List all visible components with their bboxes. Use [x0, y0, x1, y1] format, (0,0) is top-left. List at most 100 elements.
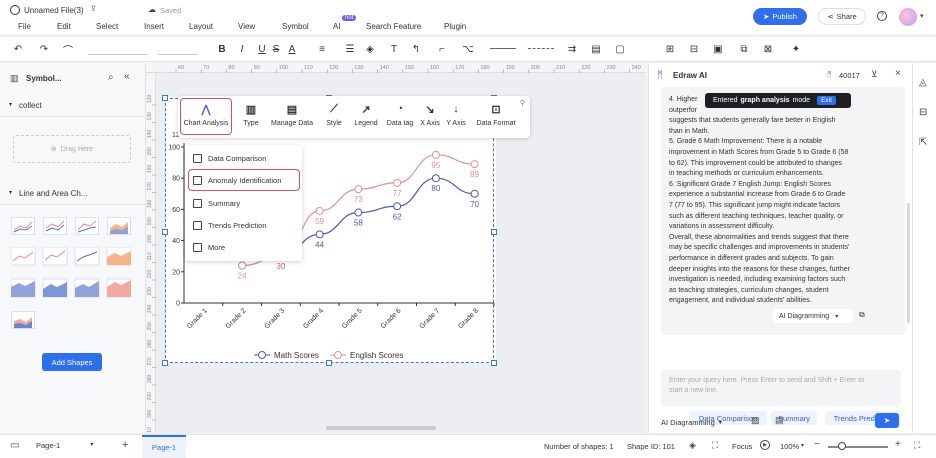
menu-item-more[interactable]: More — [193, 240, 225, 254]
chevron-down-icon[interactable]: ▾ — [920, 12, 924, 20]
pin-icon[interactable]: ⚲ — [520, 99, 525, 107]
menu-file[interactable]: File — [18, 22, 31, 31]
exit-mode-button[interactable]: Exit — [817, 96, 836, 105]
menu-item-data-comparison[interactable]: Data Comparison — [193, 151, 266, 165]
data-point[interactable] — [315, 230, 324, 239]
focus-button[interactable]: Focus — [732, 442, 752, 451]
arrow-style-icon[interactable]: ⇉ — [566, 43, 578, 55]
redo-icon[interactable]: ↷ — [38, 43, 50, 55]
connector-icon[interactable]: ↰ — [410, 43, 422, 55]
legend-button[interactable]: ↗ Legend — [352, 102, 380, 128]
play-icon[interactable]: ▶ — [760, 440, 770, 450]
x-axis-button[interactable]: ↘ X Axis — [418, 102, 442, 128]
publish-button[interactable]: ➤ Publish — [753, 8, 807, 25]
page-tab[interactable]: Page-1 — [142, 435, 186, 458]
close-icon[interactable]: × — [895, 68, 901, 79]
line-spacing-icon[interactable]: ☰ — [344, 43, 356, 55]
canvas-area[interactable]: 60 70 80 90 100 110 120 130 140 150 160 170 180 190 20… — [146, 63, 646, 433]
zoom-out-icon[interactable]: − — [814, 439, 820, 450]
menu-search-feature[interactable]: Search Feature — [366, 22, 421, 31]
data-point[interactable] — [354, 208, 363, 217]
menu-select[interactable]: Select — [96, 22, 118, 31]
menu-plugin[interactable]: Plugin — [444, 22, 466, 31]
mode-select[interactable]: AI Diagramming ▾ — [661, 415, 739, 429]
drag-here-area[interactable]: ⊕ Drag Here — [13, 135, 131, 163]
line-area-section[interactable]: ▾ Line and Area Ch... — [0, 183, 146, 205]
document-icon[interactable]: ▤ — [775, 415, 784, 426]
undo-icon[interactable]: ↶ — [12, 43, 24, 55]
page-select[interactable]: Page-1 ▾ — [36, 441, 106, 450]
menu-view[interactable]: View — [238, 22, 255, 31]
data-point[interactable] — [393, 202, 402, 211]
send-button[interactable]: ➤ — [875, 413, 899, 428]
data-point[interactable] — [238, 261, 247, 270]
chevron-down-icon[interactable]: ▾ — [801, 442, 804, 449]
group-icon[interactable]: ⧉ — [738, 43, 750, 55]
y-axis-button[interactable]: ↓ Y Axis — [444, 102, 468, 127]
line-dash-select[interactable] — [528, 48, 554, 49]
data-point[interactable] — [354, 185, 363, 194]
add-page-icon[interactable]: + — [122, 439, 128, 451]
chart-thumbnail[interactable] — [75, 217, 99, 235]
manage-data-button[interactable]: ▤ Manage Data — [270, 102, 314, 128]
layers-icon[interactable]: ◈ — [689, 440, 696, 451]
data-tag-button[interactable]: ◔ Data tag — [384, 102, 416, 127]
text-tool-icon[interactable]: T — [388, 43, 400, 55]
font-color-icon[interactable]: A — [286, 43, 298, 55]
chart-thumbnail[interactable] — [11, 311, 35, 329]
zoom-slider-thumb[interactable] — [838, 442, 846, 450]
image-icon[interactable]: ▨ — [751, 415, 760, 426]
data-point[interactable] — [431, 174, 440, 183]
fullscreen-icon[interactable]: ⛶ — [712, 440, 718, 451]
style-button[interactable]: ⟋ Style — [322, 102, 346, 128]
horizontal-scrollbar[interactable] — [326, 426, 436, 430]
line-style-select[interactable] — [490, 48, 516, 49]
upload-icon[interactable]: ⇪ — [90, 4, 97, 13]
collect-section[interactable]: ▾ collect — [0, 95, 146, 117]
italic-icon[interactable]: I — [236, 43, 248, 55]
menu-edit[interactable]: Edit — [57, 22, 71, 31]
ai-diagramming-select[interactable]: AI Diagramming ▾ — [773, 309, 853, 323]
data-point[interactable] — [470, 189, 479, 198]
bold-icon[interactable]: B — [216, 43, 228, 55]
avatar[interactable] — [899, 8, 917, 26]
data-point[interactable] — [315, 206, 324, 215]
table-icon[interactable]: ⊠ — [762, 43, 774, 55]
zoom-in-icon[interactable]: + — [895, 439, 901, 450]
query-input[interactable]: Enter your query here. Press Enter to se… — [661, 370, 901, 406]
fill-bucket-icon[interactable]: ◬ — [919, 77, 927, 88]
zoom-level[interactable]: 100% — [780, 442, 799, 451]
add-shapes-button[interactable]: Add Shapes — [42, 353, 102, 371]
distribute-icon[interactable]: ⊟ — [688, 43, 700, 55]
vertical-scrollbar[interactable] — [907, 203, 910, 323]
menu-item-summary[interactable]: Summary — [193, 196, 240, 210]
collapse-icon[interactable]: « — [124, 71, 130, 82]
chart-thumbnail[interactable] — [11, 217, 35, 235]
search-icon[interactable]: ⌕ — [108, 72, 114, 83]
format-painter-icon[interactable]: ⌒ — [62, 43, 74, 57]
data-format-button[interactable]: ⊡ Data Format — [474, 102, 518, 128]
shape-icon[interactable]: ⌥ — [462, 43, 474, 55]
align-icon[interactable]: ≡ — [316, 43, 328, 55]
font-size-select[interactable] — [158, 42, 198, 55]
fill-icon[interactable]: ◈ — [364, 43, 376, 55]
menu-ai[interactable]: AI — [333, 22, 341, 31]
copy-icon[interactable]: ⧉ — [859, 310, 865, 320]
crop-icon[interactable]: ▢ — [614, 43, 626, 55]
panel-toggle-icon[interactable]: ▭ — [10, 440, 19, 451]
cart-icon[interactable]: ⊻ — [871, 69, 878, 80]
menu-insert[interactable]: Insert — [144, 22, 164, 31]
ai-icon[interactable]: ✦ — [790, 43, 802, 55]
export-icon[interactable]: ⇱ — [919, 137, 927, 148]
chart-thumbnail[interactable] — [107, 217, 131, 235]
fit-page-icon[interactable]: ⛶ — [914, 440, 920, 451]
strikethrough-icon[interactable]: S — [270, 43, 282, 55]
lock-icon[interactable]: ▣ — [712, 43, 724, 55]
chart-thumbnail[interactable] — [43, 217, 67, 235]
layer-icon[interactable]: ▤ — [590, 43, 602, 55]
type-button[interactable]: ▥ Type — [238, 102, 264, 128]
help-icon[interactable]: ? — [877, 11, 887, 21]
menu-layout[interactable]: Layout — [189, 22, 213, 31]
data-point[interactable] — [470, 160, 479, 169]
data-point[interactable] — [431, 150, 440, 159]
